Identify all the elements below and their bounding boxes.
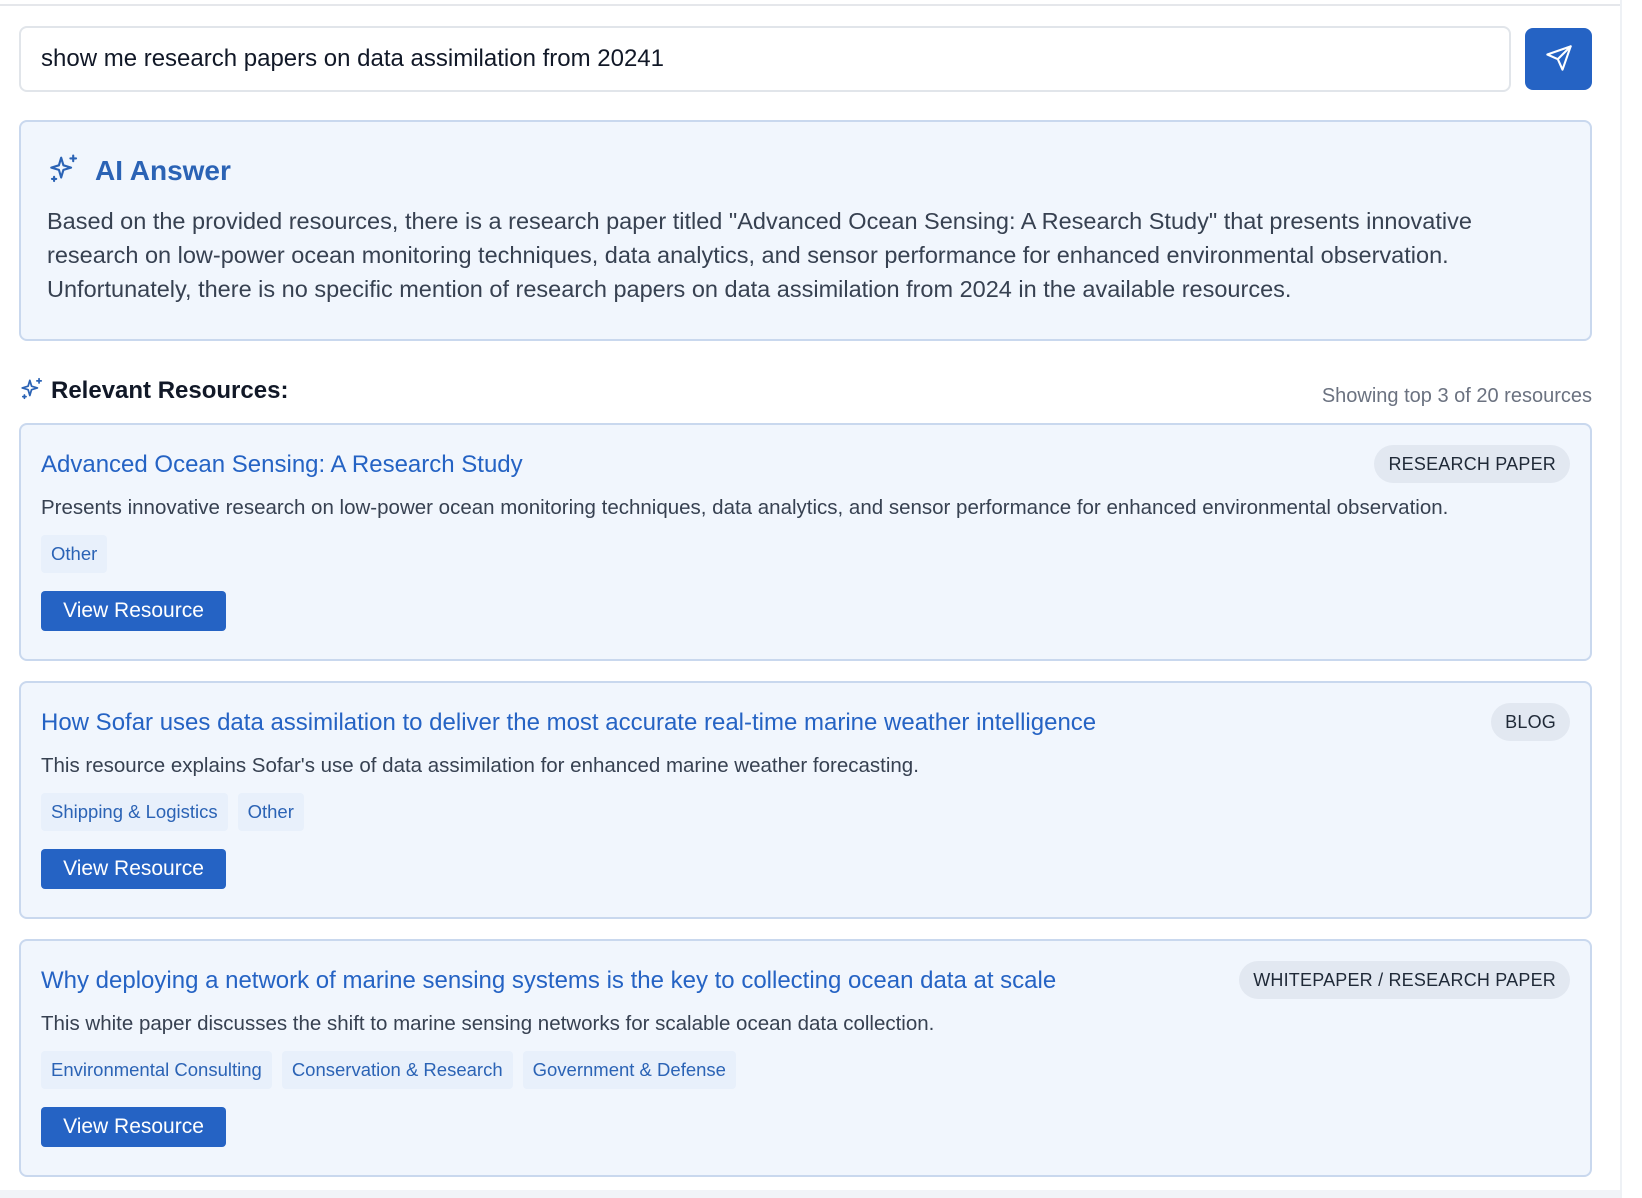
- resource-tags: Other: [41, 535, 1570, 573]
- resources-header: Relevant Resources: Showing top 3 of 20 …: [19, 371, 1592, 411]
- resource-tag: Shipping & Logistics: [41, 793, 228, 831]
- resource-tag: Other: [41, 535, 108, 573]
- resource-card: How Sofar uses data assimilation to deli…: [19, 681, 1592, 919]
- ai-answer-card: AI Answer Based on the provided resource…: [19, 120, 1592, 341]
- search-bar: [19, 26, 1592, 92]
- resource-type-badge: WHITEPAPER / RESEARCH PAPER: [1239, 961, 1570, 999]
- resource-title-link[interactable]: How Sofar uses data assimilation to deli…: [41, 703, 1096, 741]
- resource-description: Presents innovative research on low-powe…: [41, 496, 1449, 519]
- resource-tag: Environmental Consulting: [41, 1051, 272, 1089]
- resource-title-link[interactable]: Why deploying a network of marine sensin…: [41, 961, 1056, 999]
- resource-tag: Government & Defense: [522, 1051, 736, 1089]
- resource-title-link[interactable]: Advanced Ocean Sensing: A Research Study: [41, 445, 523, 483]
- scroll-edge: [1620, 0, 1622, 1198]
- resource-tag: Conservation & Research: [281, 1051, 513, 1089]
- bottom-edge: [0, 1190, 1620, 1198]
- resource-type-badge: RESEARCH PAPER: [1374, 445, 1570, 483]
- ai-answer-title: AI Answer: [95, 155, 231, 186]
- resources-count: Showing top 3 of 20 resources: [1321, 384, 1592, 407]
- resource-tags: Shipping & Logistics Other: [41, 793, 1570, 831]
- main-content: AI Answer Based on the provided resource…: [19, 26, 1592, 1177]
- resources-title: Relevant Resources:: [51, 377, 289, 404]
- view-resource-button[interactable]: View Resource: [41, 849, 226, 889]
- paper-plane-icon: [1545, 44, 1573, 75]
- ai-answer-header: AI Answer: [47, 152, 1564, 190]
- resource-type-badge: BLOG: [1491, 703, 1570, 741]
- resource-tag: Other: [237, 793, 304, 831]
- ai-answer-text: Based on the provided resources, there i…: [47, 208, 1472, 302]
- resource-card: Advanced Ocean Sensing: A Research Study…: [19, 423, 1592, 661]
- resource-description: This white paper discusses the shift to …: [41, 1012, 935, 1035]
- resource-card-header: Why deploying a network of marine sensin…: [41, 961, 1570, 999]
- view-resource-button[interactable]: View Resource: [41, 1107, 226, 1147]
- resource-card-header: Advanced Ocean Sensing: A Research Study…: [41, 445, 1570, 483]
- view-resource-button[interactable]: View Resource: [41, 591, 226, 631]
- resource-description: This resource explains Sofar's use of da…: [41, 754, 919, 777]
- resource-card: Why deploying a network of marine sensin…: [19, 939, 1592, 1177]
- top-divider: [0, 0, 1620, 6]
- search-input[interactable]: [19, 26, 1511, 92]
- resource-tags: Environmental Consulting Conservation & …: [41, 1051, 1570, 1089]
- sparkles-icon: [19, 376, 45, 407]
- send-button[interactable]: [1525, 28, 1592, 90]
- sparkles-icon: [47, 152, 81, 191]
- resource-card-header: How Sofar uses data assimilation to deli…: [41, 703, 1570, 741]
- resources-title-group: Relevant Resources:: [19, 376, 288, 407]
